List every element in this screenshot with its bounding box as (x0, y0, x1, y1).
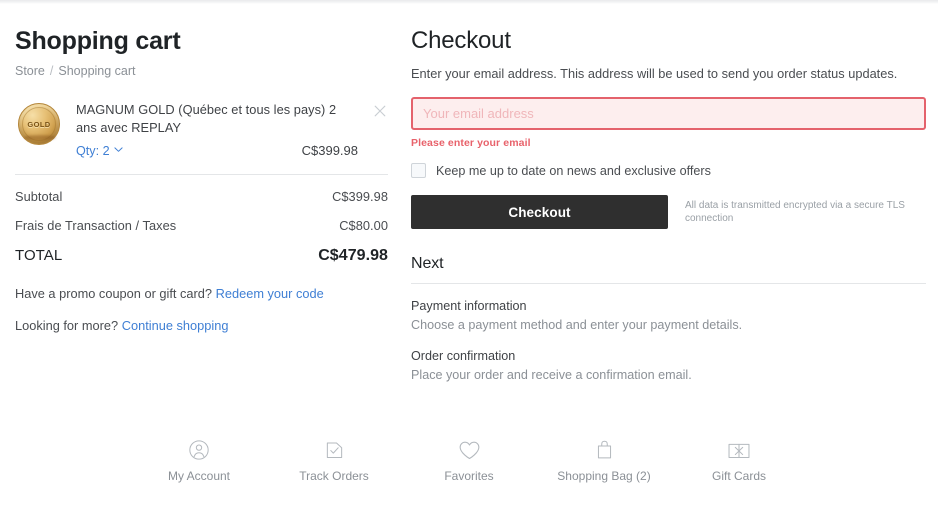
quantity-selector[interactable]: Qty: 2 (76, 144, 123, 158)
quantity-label: Qty: 2 (76, 143, 110, 158)
next-divider (411, 283, 926, 284)
grand-total-row: TOTAL C$479.98 (15, 247, 388, 265)
nav-label: Shopping Bag (2) (557, 469, 651, 483)
remove-item-button[interactable] (372, 103, 388, 119)
nav-label: Favorites (444, 469, 494, 483)
checkout-panel: Checkout Enter your email address. This … (411, 26, 926, 384)
coin-inner-ring: GOLD (22, 107, 56, 141)
breadcrumb-current: Shopping cart (58, 64, 136, 78)
gift-card-icon (727, 437, 751, 463)
tls-security-note: All data is transmitted encrypted via a … (685, 200, 905, 224)
checkout-action-row: Checkout All data is transmitted encrypt… (411, 195, 926, 229)
top-edge-strip (0, 0, 938, 4)
nav-label: Track Orders (299, 469, 369, 483)
email-field-group: Please enter your email (411, 97, 926, 149)
email-input[interactable] (411, 97, 926, 130)
newsletter-checkbox[interactable] (411, 163, 426, 178)
email-error-message: Please enter your email (411, 137, 531, 149)
cart-item-meta: Qty: 2 C$399.98 (76, 143, 358, 158)
nav-item-my-account[interactable]: My Account (132, 437, 267, 483)
document-check-icon (324, 437, 345, 463)
cart-panel: Shopping cart Store / Shopping cart GOLD M… (15, 26, 388, 333)
nav-label: Gift Cards (711, 469, 766, 483)
redeem-code-link[interactable]: Redeem your code (216, 286, 324, 301)
checkout-subtitle: Enter your email address. This address w… (411, 66, 898, 81)
step-payment-information: Payment information Choose a payment met… (411, 298, 926, 334)
step-description: Choose a payment method and enter your p… (411, 318, 743, 332)
newsletter-optin-row[interactable]: Keep me up to date on news and exclusive… (411, 163, 926, 178)
newsletter-label: Keep me up to date on news and exclusive… (436, 163, 711, 178)
promo-row: Have a promo coupon or gift card? Redeem… (15, 286, 388, 301)
breadcrumb: Store / Shopping cart (15, 64, 388, 79)
nav-item-track-orders[interactable]: Track Orders (267, 437, 402, 483)
grand-total-value: C$479.98 (318, 247, 388, 264)
checkout-title: Checkout (411, 27, 511, 54)
product-name[interactable]: MAGNUM GOLD (Québec et tous les pays) 2 … (76, 101, 358, 137)
shopping-bag-icon (595, 437, 614, 463)
product-price: C$399.98 (301, 143, 358, 158)
taxes-row: Frais de Transaction / Taxes C$80.00 (15, 218, 388, 233)
subtotal-label: Subtotal (15, 189, 63, 204)
cart-divider (15, 174, 388, 175)
next-heading: Next (411, 255, 444, 272)
nav-item-gift-cards[interactable]: Gift Cards (672, 437, 807, 483)
chevron-down-icon (113, 145, 123, 154)
heart-icon (458, 437, 481, 463)
user-circle-icon (188, 437, 210, 463)
continue-shopping-link[interactable]: Continue shopping (122, 318, 229, 333)
grand-total-label: TOTAL (15, 247, 63, 264)
product-thumbnail[interactable]: GOLD (15, 101, 63, 149)
gold-coin-image: GOLD (18, 103, 60, 145)
cart-item-details: MAGNUM GOLD (Québec et tous les pays) 2 … (76, 101, 388, 158)
subtotal-value: C$399.98 (332, 189, 388, 204)
cart-item-row: GOLD MAGNUM GOLD (Québec et tous les pay… (15, 101, 388, 174)
taxes-value: C$80.00 (339, 218, 388, 233)
checkout-button[interactable]: Checkout (411, 195, 668, 229)
cart-totals: Subtotal C$399.98 Frais de Transaction /… (15, 189, 388, 265)
subtotal-row: Subtotal C$399.98 (15, 189, 388, 204)
step-title: Order confirmation (411, 349, 516, 363)
coin-label: GOLD (27, 119, 51, 129)
step-description: Place your order and receive a confirmat… (411, 368, 692, 382)
breadcrumb-root[interactable]: Store (15, 64, 45, 78)
bottom-navigation: My Account Track Orders Favorites Shoppi… (0, 437, 938, 483)
nav-label: My Account (167, 469, 231, 483)
nav-item-shopping-bag[interactable]: Shopping Bag (2) (537, 437, 672, 483)
taxes-label: Frais de Transaction / Taxes (15, 218, 177, 233)
page-title: Shopping cart (15, 27, 181, 55)
continue-row: Looking for more? Continue shopping (15, 318, 388, 333)
promo-text: Have a promo coupon or gift card? (15, 286, 213, 301)
step-title: Payment information (411, 299, 527, 313)
shopping-cart-checkout-page: Shopping cart Store / Shopping cart GOLD M… (0, 0, 938, 513)
continue-text: Looking for more? (15, 318, 119, 333)
breadcrumb-separator: / (49, 64, 54, 78)
step-order-confirmation: Order confirmation Place your order and … (411, 348, 926, 384)
nav-item-favorites[interactable]: Favorites (402, 437, 537, 483)
